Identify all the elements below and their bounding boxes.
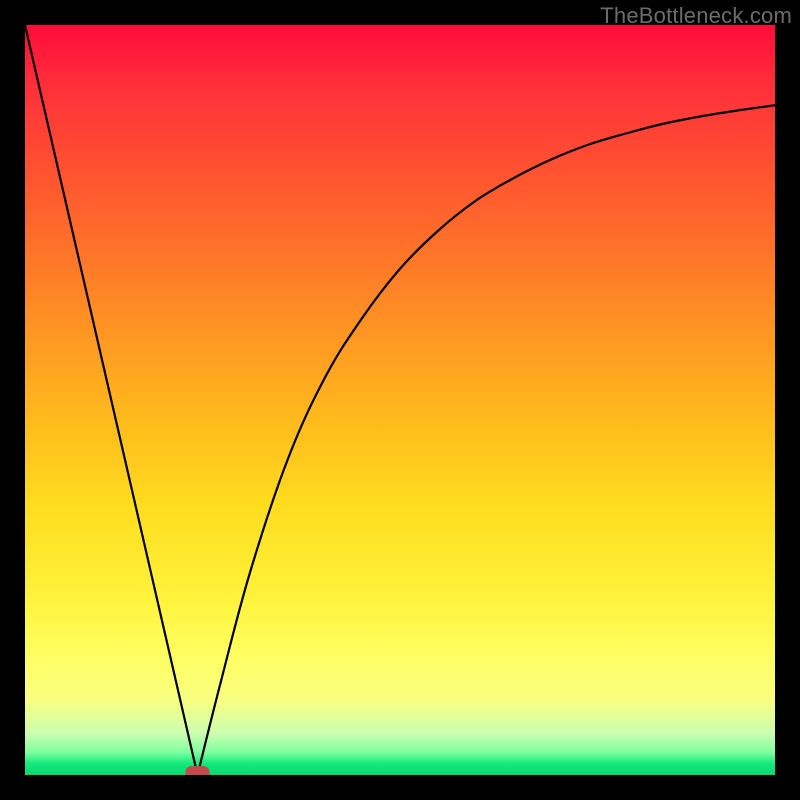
minimum-marker — [186, 766, 210, 775]
curve-right — [198, 105, 776, 775]
plot-area — [25, 25, 775, 775]
curve-left — [25, 25, 198, 775]
chart-frame: TheBottleneck.com — [0, 0, 800, 800]
chart-svg — [25, 25, 775, 775]
